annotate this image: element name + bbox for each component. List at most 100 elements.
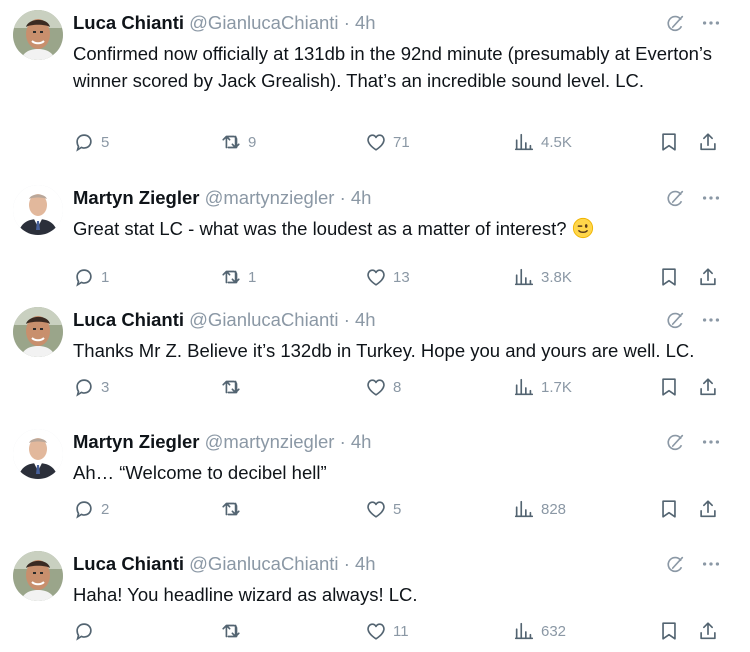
share-icon [697, 131, 719, 153]
like-count: 13 [393, 268, 410, 286]
retweet-icon [220, 266, 242, 288]
reply-button[interactable]: 2 [73, 497, 109, 521]
share-icon [697, 266, 719, 288]
reply-icon [73, 498, 95, 520]
author-handle[interactable]: @martynziegler [205, 187, 335, 208]
views-button[interactable]: 4.5K [513, 130, 572, 154]
avatar[interactable] [13, 307, 63, 357]
tweet[interactable]: Luca Chianti @GianlucaChianti · 4h Thanks… [0, 297, 750, 419]
reply-button[interactable] [73, 619, 101, 643]
avatar[interactable] [13, 185, 63, 235]
more-dots-icon[interactable] [700, 431, 722, 453]
bookmark-icon [658, 131, 680, 153]
reply-button[interactable]: 3 [73, 375, 109, 399]
bookmark-icon [658, 266, 680, 288]
tweet-text-content: Haha! You headline wizard as always! LC. [73, 584, 418, 605]
bookmark-button[interactable] [658, 619, 680, 643]
grok-icon[interactable] [664, 187, 686, 209]
reply-button[interactable]: 1 [73, 265, 109, 289]
share-button[interactable] [697, 130, 719, 154]
author-name[interactable]: Martyn Ziegler [73, 431, 199, 452]
views-button[interactable]: 828 [513, 497, 566, 521]
tweet-text: Confirmed now officially at 131db in the… [73, 40, 733, 94]
tweet-text: Haha! You headline wizard as always! LC. [73, 581, 733, 608]
bookmark-button[interactable] [658, 497, 680, 521]
author-handle[interactable]: @martynziegler [205, 431, 335, 452]
author-handle[interactable]: @GianlucaChianti [189, 309, 338, 330]
more-dots-icon[interactable] [700, 553, 722, 575]
author-handle[interactable]: @GianlucaChianti [189, 12, 338, 33]
views-chart-icon [513, 620, 535, 642]
tweet-text: Thanks Mr Z. Believe it’s 132db in Turke… [73, 337, 733, 364]
like-count: 5 [393, 500, 402, 518]
separator-dot: · [339, 431, 346, 452]
views-chart-icon [513, 266, 535, 288]
separator-dot: · [343, 309, 350, 330]
grok-icon[interactable] [664, 12, 686, 34]
like-button[interactable]: 8 [365, 375, 401, 399]
share-button[interactable] [697, 497, 719, 521]
reply-icon [73, 266, 95, 288]
share-button[interactable] [697, 619, 719, 643]
more-dots-icon[interactable] [700, 187, 722, 209]
reply-button[interactable]: 5 [73, 130, 109, 154]
author-name[interactable]: Luca Chianti [73, 553, 184, 574]
tweet[interactable]: Martyn Ziegler @martynziegler · 4h Ah… “W… [0, 419, 750, 541]
tweet-actions: 1 1 13 3.8K [73, 265, 733, 289]
author-name[interactable]: Luca Chianti [73, 12, 184, 33]
more-dots-icon[interactable] [700, 12, 722, 34]
tweet[interactable]: Martyn Ziegler @martynziegler · 4h Great … [0, 175, 750, 297]
bookmark-icon [658, 376, 680, 398]
views-count: 632 [541, 622, 567, 640]
retweet-button[interactable] [220, 375, 248, 399]
avatar[interactable] [13, 429, 63, 479]
share-button[interactable] [697, 375, 719, 399]
bookmark-button[interactable] [658, 265, 680, 289]
like-count: 8 [393, 378, 402, 396]
author-handle[interactable]: @GianlucaChianti [189, 553, 338, 574]
retweet-button[interactable]: 9 [220, 130, 256, 154]
bookmark-button[interactable] [658, 375, 680, 399]
more-dots-icon[interactable] [700, 309, 722, 331]
heart-icon [365, 620, 387, 642]
heart-icon [365, 498, 387, 520]
share-icon [697, 620, 719, 642]
separator-dot: · [343, 553, 350, 574]
timestamp[interactable]: 4h [355, 553, 376, 574]
retweet-button[interactable] [220, 497, 248, 521]
views-button[interactable]: 632 [513, 619, 566, 643]
views-count: 1.7K [541, 378, 572, 396]
bookmark-button[interactable] [658, 130, 680, 154]
share-button[interactable] [697, 265, 719, 289]
like-button[interactable]: 5 [365, 497, 401, 521]
grok-icon[interactable] [664, 309, 686, 331]
like-button[interactable]: 11 [365, 619, 409, 643]
tweet-top-actions [664, 553, 722, 575]
author-name[interactable]: Martyn Ziegler [73, 187, 199, 208]
tweet[interactable]: Luca Chianti @GianlucaChianti · 4h Confir… [0, 0, 750, 175]
tweet-header: Martyn Ziegler @martynziegler · 4h [73, 185, 371, 211]
retweet-button[interactable]: 1 [220, 265, 256, 289]
like-button[interactable]: 13 [365, 265, 410, 289]
separator-dot: · [339, 187, 346, 208]
retweet-button[interactable] [220, 619, 248, 643]
reply-count: 1 [101, 268, 110, 286]
tweet-top-actions [664, 12, 722, 34]
timestamp[interactable]: 4h [355, 309, 376, 330]
timestamp[interactable]: 4h [351, 187, 372, 208]
timestamp[interactable]: 4h [355, 12, 376, 33]
tweet-text-content: Great stat LC - what was the loudest as … [73, 218, 567, 239]
like-button[interactable]: 71 [365, 130, 410, 154]
avatar[interactable] [13, 551, 63, 601]
views-button[interactable]: 3.8K [513, 265, 572, 289]
views-count: 4.5K [541, 133, 572, 151]
views-button[interactable]: 1.7K [513, 375, 572, 399]
grok-icon[interactable] [664, 431, 686, 453]
tweet[interactable]: Luca Chianti @GianlucaChianti · 4h Haha! … [0, 541, 750, 652]
grok-icon[interactable] [664, 553, 686, 575]
avatar[interactable] [13, 10, 63, 60]
author-name[interactable]: Luca Chianti [73, 309, 184, 330]
views-count: 3.8K [541, 268, 572, 286]
timestamp[interactable]: 4h [351, 431, 372, 452]
tweet-actions: 2 5 828 [73, 497, 733, 521]
